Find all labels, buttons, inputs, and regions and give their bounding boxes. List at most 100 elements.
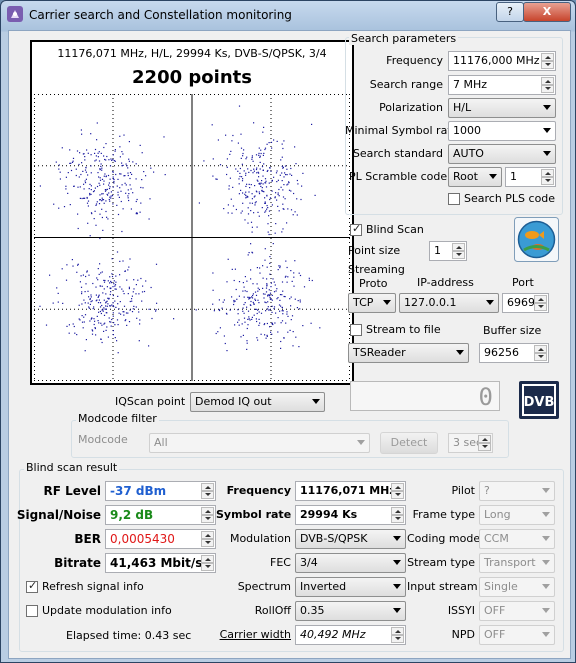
modulation-select[interactable]: DVB-S/QPSK <box>295 529 406 549</box>
constellation-point <box>119 156 121 158</box>
constellation-point <box>273 291 276 293</box>
constellation-point <box>89 298 91 301</box>
constellation-point <box>294 260 296 262</box>
point-size-input[interactable]: 1 <box>429 241 467 261</box>
bitrate-spinner[interactable] <box>201 555 214 571</box>
constellation-point <box>85 275 87 278</box>
search-pls-checkbox[interactable] <box>448 193 460 205</box>
pl-scramble-code-input[interactable]: 1 <box>505 167 556 187</box>
modcode-filter-title: Modcode filter <box>76 412 159 425</box>
rolloff-select[interactable]: 0.35 <box>295 601 406 621</box>
constellation-point <box>275 223 277 225</box>
frequency-input[interactable]: 11176,000 MHz <box>448 51 556 71</box>
iqscan-point-select[interactable]: Demod IQ out <box>190 392 325 412</box>
modcode-interval-input[interactable]: 3 sec <box>448 433 493 453</box>
constellation-point <box>273 308 275 310</box>
port-input[interactable]: 6969 <box>502 293 549 313</box>
constellation-point <box>273 139 275 141</box>
constellation-point <box>296 179 298 182</box>
constellation-point <box>69 149 71 151</box>
blind-scan-checkbox[interactable] <box>350 222 362 236</box>
proto-select[interactable]: TCP <box>348 293 396 313</box>
constellation-plot: 11176,071 MHz, H/L, 29994 Ks, DVB-S/QPSK… <box>30 40 354 385</box>
constellation-point <box>263 152 265 154</box>
constellation-point <box>227 212 229 214</box>
modcode-interval-spinner[interactable] <box>478 435 491 451</box>
constellation-point <box>82 327 84 329</box>
constellation-point <box>88 274 90 276</box>
coding-mode-select[interactable]: CCM <box>479 529 555 549</box>
fec-select[interactable]: 3/4 <box>295 553 406 573</box>
symbol-rate-value: 29994 Ks <box>300 508 358 521</box>
constellation-point <box>110 325 112 327</box>
signal-noise-spinner[interactable] <box>201 507 214 523</box>
constellation-point <box>251 297 254 299</box>
constellation-point <box>269 273 271 275</box>
result-frequency-spinner[interactable] <box>391 483 404 499</box>
frequency-spinner[interactable] <box>541 53 554 69</box>
port-spinner[interactable] <box>534 295 547 311</box>
issyi-select[interactable]: OFF <box>479 601 555 621</box>
constellation-point <box>106 305 108 307</box>
constellation-point <box>240 133 242 135</box>
rf-level-spinner[interactable] <box>201 483 214 499</box>
carrier-width-label[interactable]: Carrier width <box>216 628 291 641</box>
constellation-point <box>222 301 224 303</box>
constellation-point <box>262 265 264 267</box>
npd-select[interactable]: OFF <box>479 625 555 645</box>
constellation-point <box>297 183 299 185</box>
input-stream-select[interactable]: Single <box>479 577 555 597</box>
ber-spinner[interactable] <box>201 531 214 547</box>
stream-type-select[interactable]: Transport <box>479 553 555 573</box>
constellation-point <box>257 180 259 182</box>
pilot-select[interactable]: ? <box>479 481 555 501</box>
modcode-select[interactable]: All <box>149 433 370 453</box>
constellation-point <box>280 159 282 161</box>
search-standard-select[interactable]: AUTO <box>448 144 556 164</box>
pl-scramble-spinner[interactable] <box>541 169 554 185</box>
constellation-point <box>269 297 271 299</box>
frame-type-select[interactable]: Long <box>479 505 555 525</box>
ip-address-select[interactable]: 127.0.0.1 <box>399 293 499 313</box>
constellation-point <box>125 192 127 194</box>
refresh-signal-info-checkbox[interactable] <box>26 579 38 593</box>
carrier-width-spinner[interactable] <box>391 627 404 643</box>
constellation-point <box>77 186 79 188</box>
chevron-down-icon <box>542 632 550 637</box>
constellation-point <box>112 186 114 188</box>
detect-button[interactable]: Detect <box>380 432 438 454</box>
constellation-point <box>74 332 76 334</box>
title-bar[interactable]: Carrier search and Constellation monitor… <box>1 1 575 29</box>
fish-logo-icon[interactable] <box>514 217 559 262</box>
constellation-point <box>106 300 108 302</box>
pl-scramble-mode-select[interactable]: Root <box>448 167 502 187</box>
svg-text:DVB: DVB <box>524 395 555 410</box>
constellation-point <box>283 295 285 298</box>
constellation-point <box>139 319 141 321</box>
npd-value: OFF <box>484 628 506 641</box>
polarization-select[interactable]: H/L <box>448 98 556 118</box>
buffer-size-input[interactable]: 96256 <box>479 343 549 363</box>
constellation-point <box>266 266 268 268</box>
constellation-point <box>131 173 133 175</box>
constellation-point <box>116 319 119 321</box>
point-size-spinner[interactable] <box>452 243 465 259</box>
constellation-point <box>262 287 264 289</box>
buffer-size-spinner[interactable] <box>534 345 547 361</box>
close-button[interactable]: X <box>523 2 571 22</box>
spectrum-select[interactable]: Inverted <box>295 577 406 597</box>
chevron-down-icon <box>542 608 550 613</box>
constellation-point <box>141 300 143 302</box>
window-title: Carrier search and Constellation monitor… <box>29 8 292 22</box>
update-modulation-info-checkbox[interactable] <box>26 605 38 617</box>
search-range-input[interactable]: 7 MHz <box>448 75 556 95</box>
constellation-point <box>98 203 101 205</box>
min-symbol-rate-select[interactable]: 1000 <box>448 121 556 141</box>
reader-select[interactable]: TSReader <box>348 343 469 363</box>
search-range-spinner[interactable] <box>541 77 554 93</box>
help-button[interactable]: ? <box>496 2 524 22</box>
constellation-point <box>111 159 113 161</box>
constellation-point <box>102 310 104 312</box>
symbol-rate-spinner[interactable] <box>391 507 404 523</box>
stream-to-file-checkbox[interactable] <box>350 324 362 336</box>
